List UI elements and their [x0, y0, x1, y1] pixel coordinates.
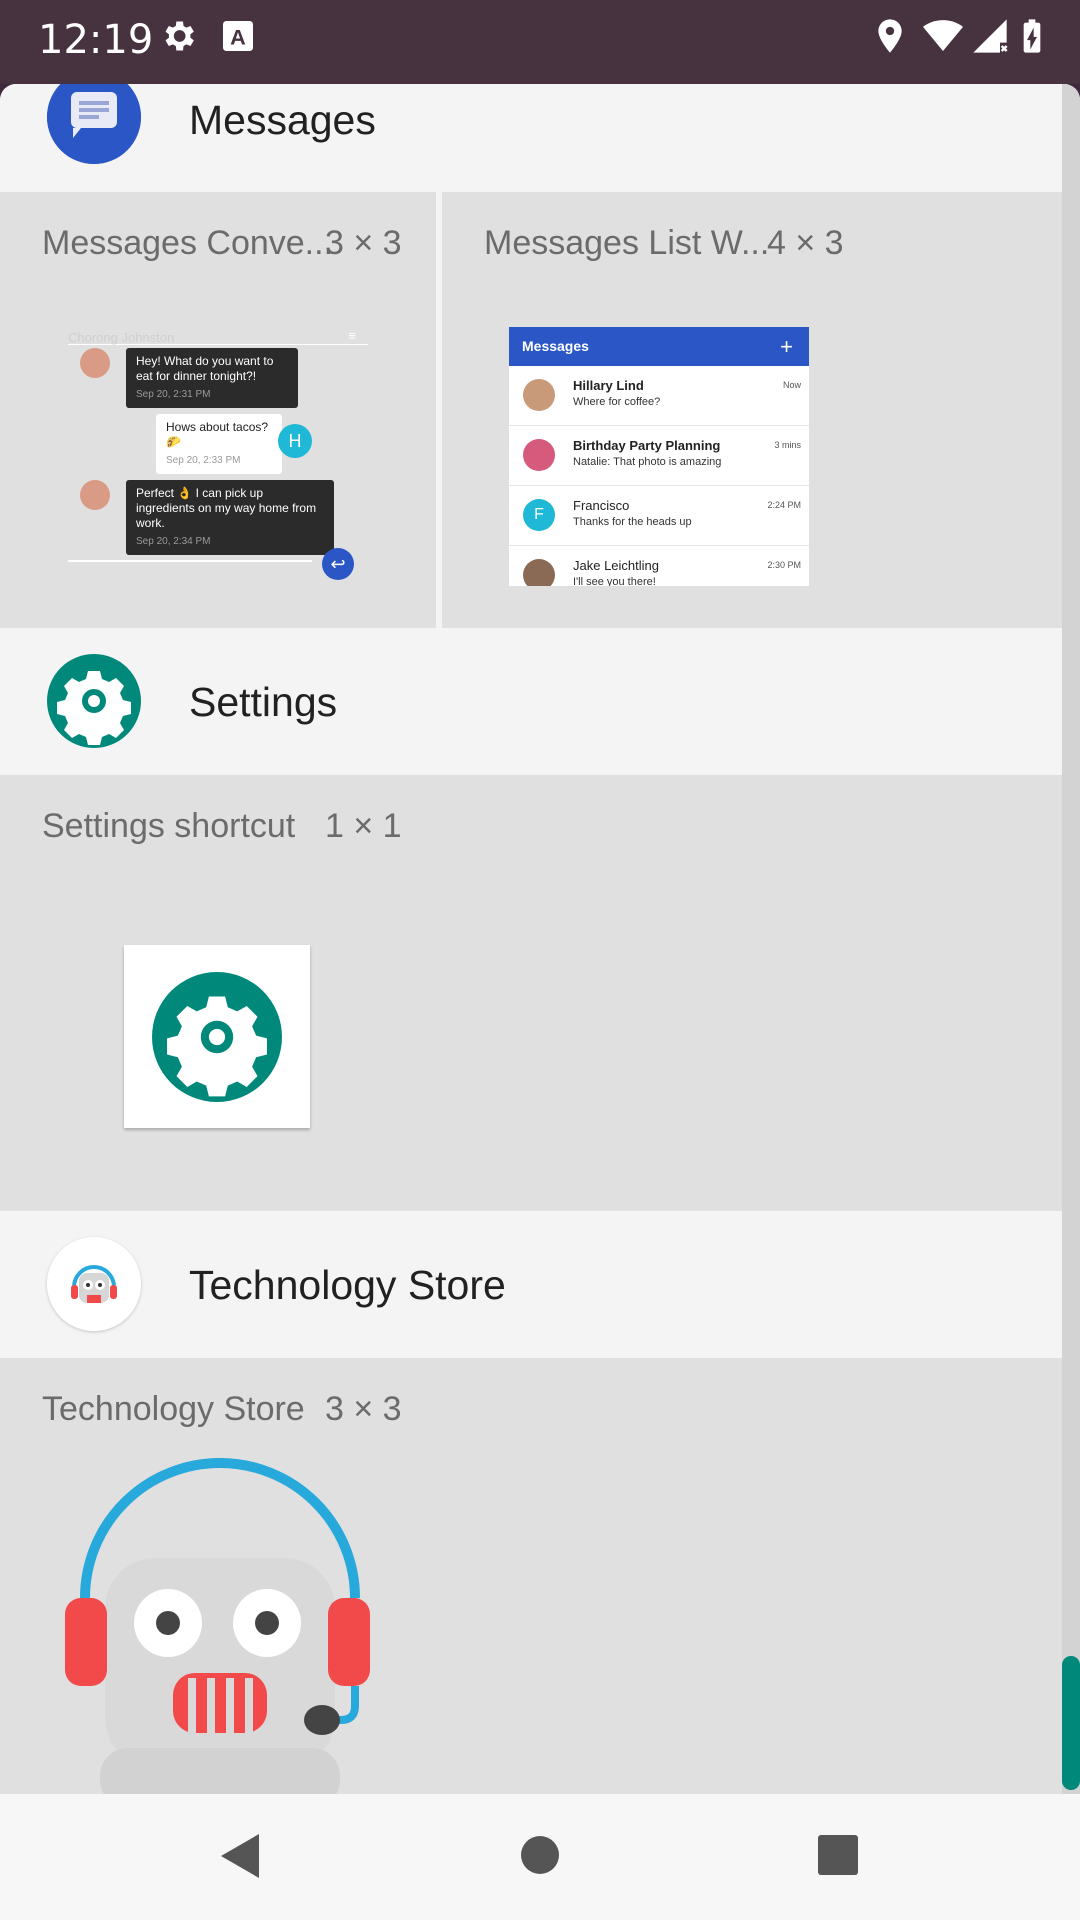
svg-text:A: A — [230, 24, 246, 49]
home-icon[interactable] — [519, 1834, 561, 1876]
back-icon[interactable] — [217, 1832, 261, 1880]
a-font-icon: A — [223, 21, 253, 51]
contact-avatar — [80, 348, 110, 378]
widget-name: Settings shortcut — [42, 807, 296, 845]
widget-size: 1 × 1 — [325, 807, 402, 845]
signal-icon — [973, 19, 1008, 53]
app-header-technology-store: Technology Store — [0, 1211, 1080, 1358]
app-header-settings: Settings — [0, 628, 1080, 775]
list-item: Birthday Party Planning Natalie: That ph… — [509, 426, 809, 486]
widget-technology-store[interactable]: Technology Store 3 × 3 — [0, 1358, 1062, 1794]
app-title-technology-store: Technology Store — [189, 1262, 506, 1308]
location-icon — [878, 19, 902, 53]
add-icon: + — [780, 334, 793, 359]
settings-gear-icon — [152, 972, 282, 1102]
messages-app-icon — [47, 84, 141, 164]
settings-app-icon — [47, 654, 141, 748]
recents-icon[interactable] — [818, 1835, 858, 1875]
app-title-messages: Messages — [189, 97, 376, 143]
avatar — [523, 379, 555, 411]
widget-settings-shortcut[interactable]: Settings shortcut 1 × 1 — [0, 775, 1062, 1211]
widget-name: Messages Conve... — [42, 224, 334, 262]
avatar — [523, 439, 555, 471]
conversation-contact-name: Chorong Johnston ≡ — [68, 328, 368, 345]
widget-name: Messages List W... — [484, 224, 770, 262]
wifi-icon — [923, 20, 963, 51]
message-bubble: Hows about tacos? 🌮 Sep 20, 2:33 PM — [156, 414, 282, 474]
compose-line — [68, 560, 312, 562]
technology-store-robot-preview — [65, 1458, 370, 1794]
technology-store-app-icon — [47, 1237, 141, 1331]
message-bubble: Hey! What do you want to eat for dinner … — [126, 348, 298, 408]
list-item: F Francisco Thanks for the heads up 2:24… — [509, 486, 809, 546]
gear-icon — [165, 21, 194, 51]
widget-name: Technology Store — [42, 1390, 305, 1428]
status-time: 12:19 — [38, 17, 154, 63]
widget-size: 3 × 3 — [325, 1390, 402, 1428]
messages-list-widget-preview: Messages + Hillary Lind Where for coffee… — [509, 327, 809, 586]
status-bar: 12:19 A — [0, 0, 1080, 84]
conversation-widget-preview: Chorong Johnston ≡ Hey! What do you want… — [68, 328, 368, 580]
scrollbar-track[interactable] — [1062, 84, 1080, 1794]
reply-icon: ↩ — [322, 548, 354, 580]
battery-charging-icon — [1023, 19, 1041, 53]
app-header-messages: Messages — [0, 84, 1080, 192]
avatar — [523, 559, 555, 586]
avatar: F — [523, 499, 555, 531]
widget-size: 4 × 3 — [767, 224, 844, 262]
contact-avatar — [80, 480, 110, 510]
list-item: Hillary Lind Where for coffee? Now — [509, 366, 809, 426]
messages-list-header: Messages + — [509, 327, 809, 366]
widget-size: 3 × 3 — [325, 224, 402, 262]
settings-shortcut-preview — [124, 945, 310, 1128]
app-title-settings: Settings — [189, 679, 338, 725]
list-item: Jake Leichtling I'll see you there! 2:30… — [509, 546, 809, 586]
sender-avatar: H — [278, 424, 312, 458]
scrollbar-thumb[interactable] — [1062, 1656, 1080, 1790]
widget-picker-sheet[interactable]: Messages Messages Conve... 3 × 3 Message… — [0, 84, 1080, 1794]
message-bubble: Perfect 👌 I can pick up ingredients on m… — [126, 480, 334, 555]
navigation-bar — [0, 1794, 1080, 1920]
